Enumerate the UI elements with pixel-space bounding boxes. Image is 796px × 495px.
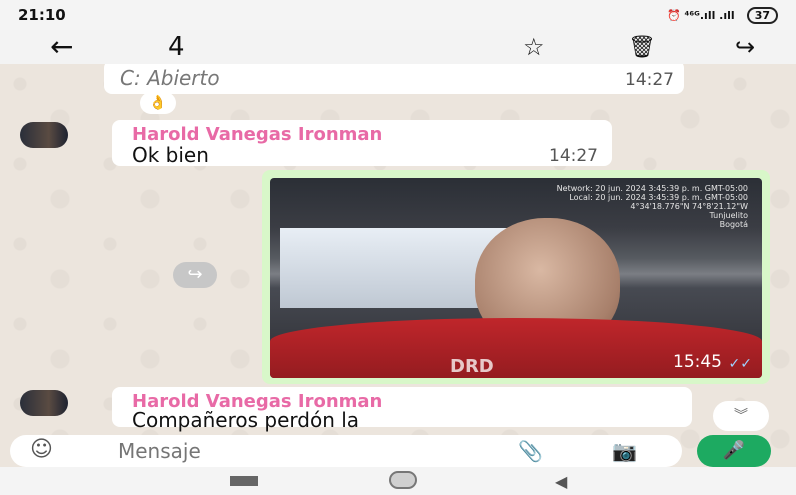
mic-icon: 🎤 [722,440,746,461]
battery-icon: 37 [746,6,778,24]
message-text: Compañeros perdón la [132,408,360,432]
forward-icon[interactable]: ↪ [735,33,755,61]
selected-count: 4 [168,32,185,62]
read-ticks-icon: ✓✓ [728,356,752,372]
status-time: 21:10 [18,6,66,24]
status-icons: ⏰ ⁴⁶ᴳ.ıll .ıll 37 [667,6,778,24]
trash-icon[interactable]: 🗑 [628,35,656,60]
avatar[interactable] [20,122,68,148]
message-time: 14:27 [625,70,674,90]
message-composer: ☺ 📎 📷 [10,435,682,467]
sender-name[interactable]: Harold Vanegas Ironman [132,124,382,145]
message-time: 15:45 [673,352,722,372]
recent-apps-button[interactable] [230,476,258,486]
emoji-icon[interactable]: ☺ [30,437,53,462]
signal-icons: ⏰ ⁴⁶ᴳ.ıll .ıll [667,8,735,22]
message-time: 14:27 [549,146,598,166]
message-input[interactable] [118,435,498,467]
message-text: Ok bien [132,143,209,167]
attach-icon[interactable]: 📎 [518,439,543,463]
message-bubble-companeros[interactable]: Harold Vanegas Ironman Compañeros perdón… [112,387,692,432]
loading-icon: C: [120,66,148,90]
system-nav-bar: ◀ [0,467,796,495]
camera-icon[interactable]: 📷 [612,439,637,463]
home-button[interactable] [389,471,417,489]
mic-button[interactable]: 🎤 [697,435,771,467]
image-message[interactable]: DRD Network: 20 jun. 2024 3:45:39 p. m. … [262,170,770,384]
selection-app-bar: ← 4 ☆ 🗑 ↪ [0,30,796,64]
status-bar: 21:10 ⏰ ⁴⁶ᴳ.ıll .ıll 37 [0,0,796,30]
message-bubble-ok-bien[interactable]: Harold Vanegas Ironman Ok bien 14:27 [112,120,612,167]
back-triangle-icon[interactable]: ◀ [555,472,567,491]
photo-thumbnail[interactable]: DRD Network: 20 jun. 2024 3:45:39 p. m. … [270,178,762,378]
shirt-logo-text: DRD [450,356,494,377]
photo-timestamp-overlay: Network: 20 jun. 2024 3:45:39 p. m. GMT-… [556,184,748,229]
forward-shortcut-button[interactable]: ↪ [173,262,217,288]
message-bubble-abierto[interactable]: C: Abierto 14:27 [104,64,684,94]
reaction-badge[interactable]: 👌 [140,92,176,114]
star-icon[interactable]: ☆ [523,33,545,61]
avatar[interactable] [20,390,68,416]
scroll-down-button[interactable]: ︾ [713,401,769,431]
back-arrow-icon[interactable]: ← [50,32,73,62]
message-text: C: Abierto [120,66,220,90]
chat-area[interactable]: C: Abierto 14:27 👌 Harold Vanegas Ironma… [0,64,796,466]
